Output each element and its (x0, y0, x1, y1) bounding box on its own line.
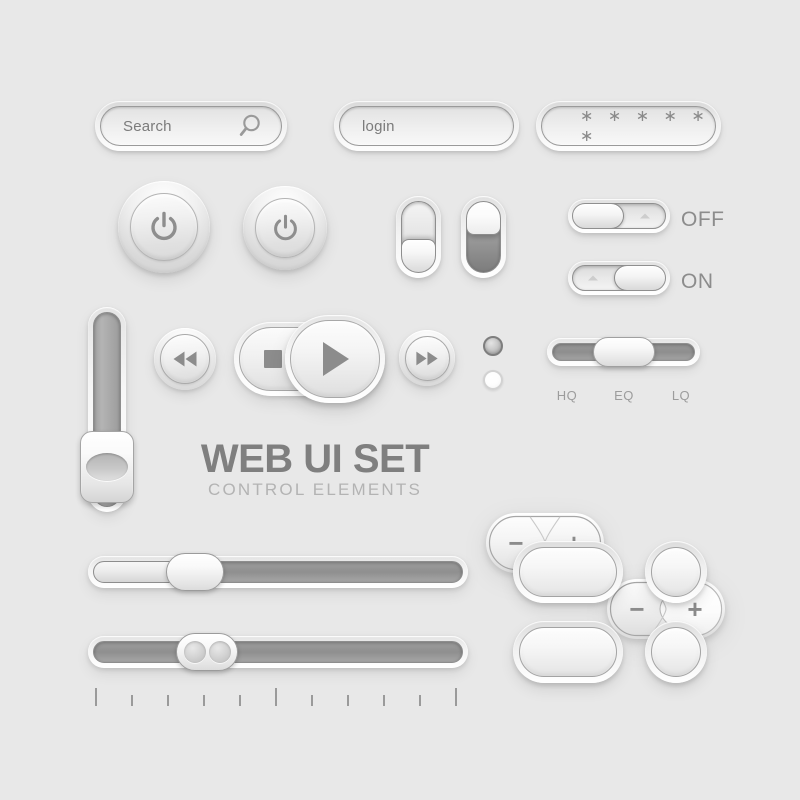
page-title: WEB UI SET (200, 437, 430, 481)
quality-slider-track (552, 337, 695, 367)
rewind-button[interactable] (154, 328, 216, 390)
range-slider-thumb[interactable] (176, 633, 238, 671)
vertical-volume-slider-track (80, 312, 134, 507)
login-field-inner: login (339, 106, 514, 146)
ruler-tick-major (455, 688, 457, 706)
password-input[interactable]: ∗ ∗ ∗ ∗ ∗ ∗ (542, 106, 715, 146)
range-slider-grip-dot-left (183, 641, 206, 663)
ruler-tick-minor (167, 695, 169, 706)
led-indicator-on[interactable] (483, 370, 503, 390)
forward-button-face (404, 335, 450, 381)
quality-slider[interactable] (547, 337, 700, 367)
blank-button-pill-2[interactable] (513, 621, 623, 683)
switch-on-label: ON (681, 270, 714, 293)
password-field-inner: ∗ ∗ ∗ ∗ ∗ ∗ (541, 106, 716, 146)
range-slider-grip-dot-right (208, 641, 231, 663)
switch-off-thumb[interactable] (573, 204, 624, 228)
blank-button-pill-2-face (519, 627, 617, 677)
quality-label-eq: EQ (614, 388, 634, 403)
blank-button-circle-2-face (651, 627, 701, 677)
progress-slider-thumb[interactable] (166, 553, 224, 591)
led-indicator-off[interactable] (483, 336, 503, 356)
blank-button-circle-2[interactable] (645, 621, 707, 683)
play-button-face (290, 320, 380, 398)
blank-button-circle-1[interactable] (645, 541, 707, 603)
quality-label-lq: LQ (671, 388, 691, 403)
ruler-tick-major (95, 688, 97, 706)
progress-slider[interactable] (88, 553, 468, 591)
vertical-slider-grip (86, 453, 128, 481)
rewind-icon (173, 351, 197, 367)
blank-button-circle-1-face (651, 547, 701, 597)
search-field-inner: Search (100, 106, 282, 146)
fast-forward-icon (416, 351, 438, 365)
vertical-toggle-on-track (466, 201, 501, 273)
power-button-large[interactable] (118, 181, 210, 273)
stop-icon (264, 350, 282, 368)
ruler-tick-major (275, 688, 277, 706)
rewind-button-face (160, 334, 210, 384)
ruler-tick-minor (383, 695, 385, 706)
vertical-toggle-on[interactable] (461, 196, 506, 278)
ruler-tick-minor (419, 695, 421, 706)
switch-off-label: OFF (681, 208, 725, 231)
ruler-tick-minor (131, 695, 133, 706)
switch-off[interactable] (568, 199, 670, 233)
play-icon (323, 342, 349, 376)
password-field[interactable]: ∗ ∗ ∗ ∗ ∗ ∗ (536, 101, 721, 151)
progress-slider-track (93, 561, 463, 583)
range-slider-track (93, 641, 463, 663)
power-icon (151, 211, 177, 241)
range-slider[interactable] (88, 633, 468, 671)
play-button[interactable] (285, 315, 385, 403)
switch-on-track (572, 265, 666, 291)
forward-button[interactable] (399, 330, 455, 386)
blank-button-pill-1-face (519, 547, 617, 597)
ui-kit-canvas: Search login ∗ ∗ ∗ ∗ ∗ ∗ OFF ON HQ EQ LQ… (0, 0, 800, 800)
power-icon (273, 214, 297, 240)
login-field[interactable]: login (334, 101, 519, 151)
quality-label-hq: HQ (556, 388, 578, 403)
ruler-tick-minor (311, 695, 313, 706)
power-button-small[interactable] (243, 186, 327, 270)
ruler-scale (95, 682, 457, 706)
quality-slider-thumb[interactable] (592, 337, 655, 367)
switch-off-notch (639, 213, 650, 219)
power-button-large-face (130, 193, 198, 261)
search-field[interactable]: Search (95, 101, 287, 151)
ruler-tick-minor (347, 695, 349, 706)
vertical-volume-slider-thumb[interactable] (80, 431, 134, 503)
switch-on-thumb[interactable] (614, 266, 665, 290)
stepper-minus-button[interactable]: − (629, 596, 644, 622)
vertical-toggle-off[interactable] (396, 196, 441, 278)
page-subtitle: CONTROL ELEMENTS (207, 480, 423, 499)
ruler-tick-minor (239, 695, 241, 706)
switch-on-notch (588, 275, 599, 281)
search-input[interactable]: Search (101, 118, 172, 135)
stepper-plus-button[interactable]: + (687, 596, 702, 622)
login-input[interactable]: login (340, 118, 395, 135)
switch-off-track (572, 203, 666, 229)
power-button-small-face (255, 198, 315, 258)
vertical-toggle-off-track (401, 201, 436, 273)
switch-on[interactable] (568, 261, 670, 295)
blank-button-pill-1[interactable] (513, 541, 623, 603)
vertical-toggle-off-thumb[interactable] (402, 239, 435, 272)
vertical-toggle-on-thumb[interactable] (467, 202, 500, 235)
vertical-volume-slider[interactable] (80, 307, 134, 512)
ruler-tick-minor (203, 695, 205, 706)
search-icon[interactable] (237, 113, 263, 139)
